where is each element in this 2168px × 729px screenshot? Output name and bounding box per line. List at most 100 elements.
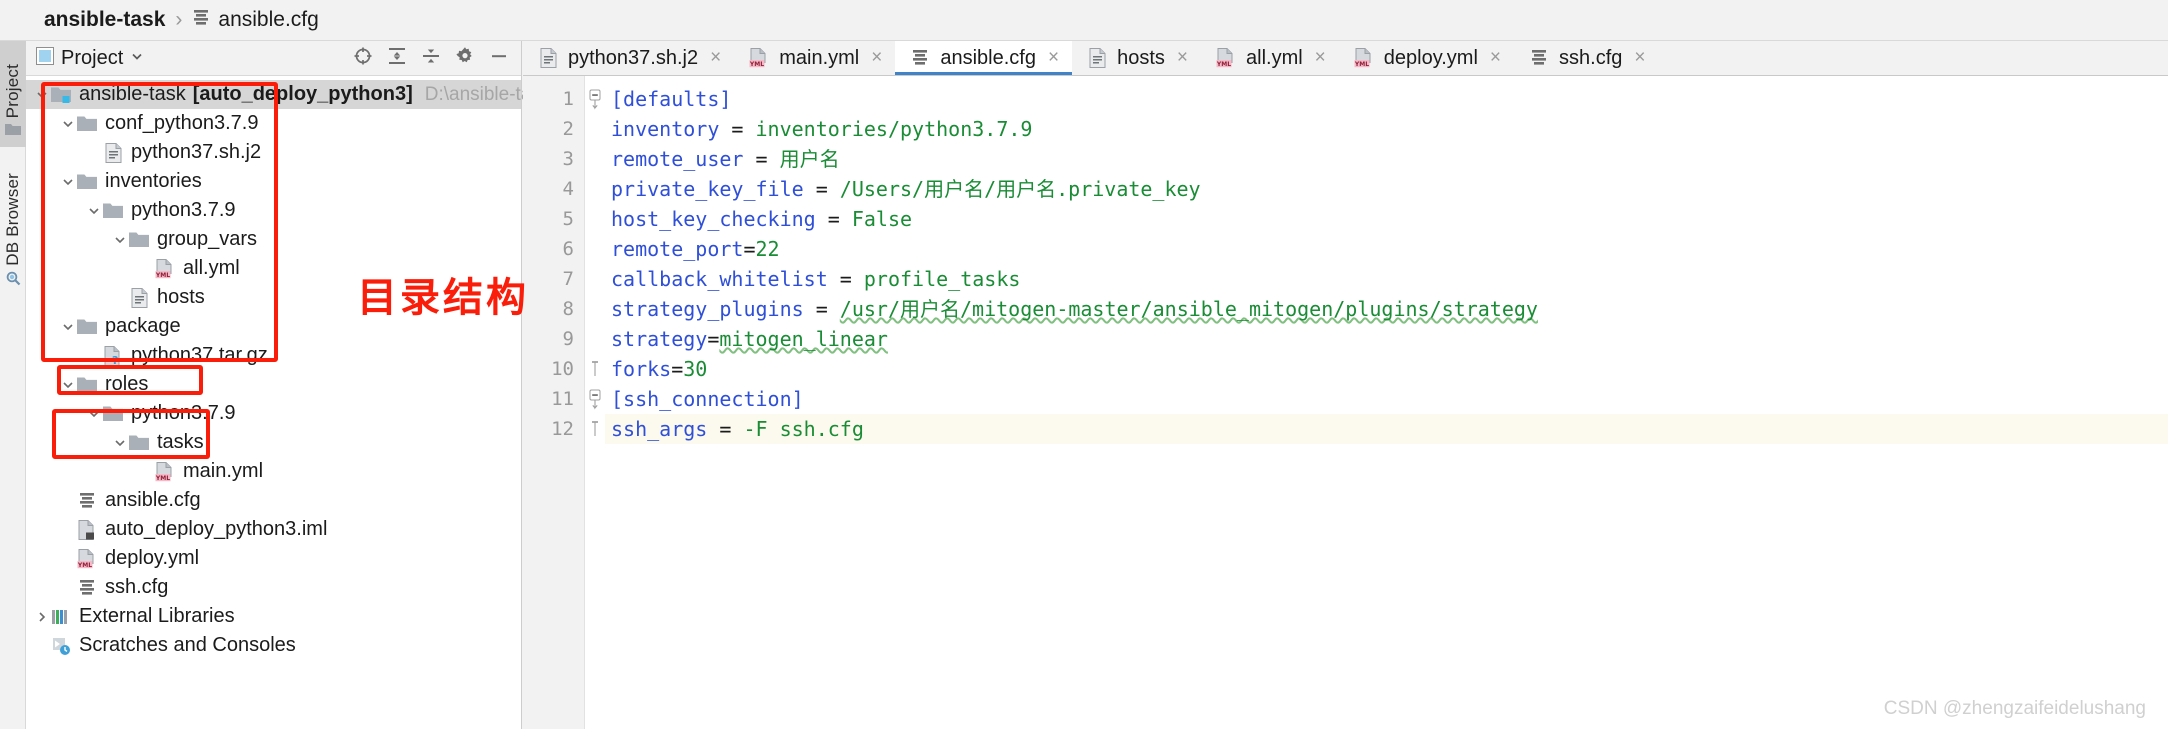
- code-content[interactable]: [defaults] inventory = inventories/python…: [605, 76, 2168, 729]
- tree-row[interactable]: External Libraries: [26, 602, 521, 631]
- fold-gutter-spacer: [585, 234, 605, 264]
- fold-marker-open-icon[interactable]: [585, 84, 605, 114]
- tree-row[interactable]: ssh.cfg: [26, 573, 521, 602]
- code-token: =: [803, 297, 840, 321]
- tree-row[interactable]: python3.7.9: [26, 196, 521, 225]
- code-line[interactable]: strategy=mitogen_linear: [605, 324, 2168, 354]
- close-icon[interactable]: ×: [710, 47, 721, 69]
- code-editor[interactable]: 1 2 3 4 5 6 7 8 9 10 11 12 [defaults] inventory = in…: [523, 76, 2168, 729]
- breadcrumb-project[interactable]: ansible-task: [44, 8, 165, 32]
- code-line[interactable]: remote_port=22: [605, 234, 2168, 264]
- tree-row-label: python37.sh.j2: [131, 141, 262, 163]
- tool-tab-db-browser[interactable]: DB Browser: [0, 157, 26, 297]
- code-token: forks: [611, 357, 672, 381]
- chevron-down-icon[interactable]: [86, 203, 102, 219]
- breadcrumb-file[interactable]: ansible.cfg: [192, 8, 319, 33]
- tree-row[interactable]: Scratches and Consoles: [26, 631, 521, 660]
- tree-row-label: ansible.cfg: [105, 489, 201, 511]
- code-line[interactable]: forks=30: [605, 354, 2168, 384]
- tree-row-label: auto_deploy_python3.iml: [105, 518, 328, 540]
- tree-row[interactable]: ansible.cfg: [26, 486, 521, 515]
- project-tree[interactable]: ansible-task [auto_deploy_python3] D:\ansi…: [26, 76, 550, 660]
- code-line[interactable]: remote_user = 用户名: [605, 144, 2168, 174]
- editor-tab-bar[interactable]: python37.sh.j2 × YML main.yml × ansible.cfg × h…: [523, 41, 2168, 76]
- code-token: False: [851, 207, 913, 231]
- code-line[interactable]: strategy_plugins = /usr/用户名/mitogen-mast…: [605, 294, 2168, 324]
- project-tool-window: Project ansible-task [auto_deploy_python…: [26, 41, 550, 729]
- tree-row[interactable]: python3.7.9: [26, 399, 521, 428]
- chevron-down-icon[interactable]: [130, 49, 144, 68]
- chevron-right-icon[interactable]: [34, 609, 50, 625]
- code-token: profile_tasks: [863, 267, 1021, 291]
- tree-row[interactable]: roles: [26, 370, 521, 399]
- code-line[interactable]: [defaults]: [605, 84, 2168, 114]
- chevron-down-icon[interactable]: [86, 406, 102, 422]
- code-folding-gutter[interactable]: [585, 76, 605, 729]
- editor-tab[interactable]: YML main.yml ×: [734, 41, 895, 75]
- editor-tab[interactable]: hosts ×: [1072, 41, 1201, 75]
- ide-window: ansible-task › ansible.cfg Project DB Br…: [0, 0, 2168, 729]
- fold-marker-end-icon[interactable]: [585, 354, 605, 384]
- editor-tab-label: main.yml: [779, 46, 860, 69]
- fold-marker-open-icon[interactable]: [585, 384, 605, 414]
- chevron-down-icon[interactable]: [112, 435, 128, 451]
- tree-row[interactable]: YML deploy.yml: [26, 544, 521, 573]
- cfg-file-icon: [76, 578, 98, 598]
- code-token: mitogen_linear: [719, 327, 888, 351]
- yml-file-icon: YML: [154, 258, 176, 279]
- tree-row-label: hosts: [157, 286, 205, 308]
- fold-gutter-spacer: [585, 324, 605, 354]
- code-token: remote_port: [611, 237, 744, 261]
- chevron-down-icon[interactable]: [60, 377, 76, 393]
- code-line[interactable]: [ssh_connection]: [605, 384, 2168, 414]
- chevron-down-icon[interactable]: [34, 87, 50, 103]
- close-icon[interactable]: ×: [1177, 47, 1188, 69]
- editor-tab[interactable]: ansible.cfg ×: [895, 41, 1073, 75]
- code-line[interactable]: host_key_checking = False: [605, 204, 2168, 234]
- editor-tab[interactable]: python37.sh.j2 ×: [523, 41, 734, 75]
- close-icon[interactable]: ×: [1490, 47, 1501, 69]
- expand-all-icon[interactable]: [387, 46, 407, 71]
- tree-row[interactable]: python37.sh.j2: [26, 138, 521, 167]
- close-icon[interactable]: ×: [1048, 47, 1059, 69]
- code-line[interactable]: inventory = inventories/python3.7.9: [605, 114, 2168, 144]
- hide-panel-icon[interactable]: [489, 46, 509, 71]
- code-line[interactable]: callback_whitelist = profile_tasks: [605, 264, 2168, 294]
- tool-window-strip: Project DB Browser: [0, 41, 26, 729]
- tree-row[interactable]: group_vars: [26, 225, 521, 254]
- tree-row[interactable]: tasks: [26, 428, 521, 457]
- code-token: /usr/用户名/mitogen-master/ansible_mitogen/…: [839, 297, 1538, 321]
- folder-icon: [76, 114, 98, 134]
- chevron-down-icon[interactable]: [60, 116, 76, 132]
- tree-row-label: deploy.yml: [105, 547, 200, 569]
- fold-gutter-spacer: [585, 204, 605, 234]
- tree-row[interactable]: inventories: [26, 167, 521, 196]
- locate-target-icon[interactable]: [353, 46, 373, 71]
- tree-row[interactable]: ? python37.tar.gz: [26, 341, 521, 370]
- tree-row[interactable]: auto_deploy_python3.iml: [26, 515, 521, 544]
- tree-row[interactable]: conf_python3.7.9: [26, 109, 521, 138]
- close-icon[interactable]: ×: [1315, 47, 1326, 69]
- tree-row[interactable]: ansible-task [auto_deploy_python3] D:\ansi…: [26, 80, 550, 109]
- fold-marker-end-icon[interactable]: [585, 414, 605, 444]
- tree-row-label: all.yml: [183, 257, 240, 279]
- editor-tab[interactable]: YML deploy.yml ×: [1339, 41, 1514, 75]
- project-panel-title-group[interactable]: Project: [36, 46, 353, 70]
- code-line[interactable]: ssh_args = -F ssh.cfg: [605, 414, 2168, 444]
- code-line[interactable]: private_key_file = /Users/用户名/用户名.privat…: [605, 174, 2168, 204]
- chevron-down-icon[interactable]: [60, 319, 76, 335]
- editor-tab[interactable]: YML all.yml ×: [1201, 41, 1339, 75]
- chevron-down-icon[interactable]: [60, 174, 76, 190]
- tool-tab-project[interactable]: Project: [0, 41, 26, 147]
- code-token: private_key_file: [611, 177, 804, 201]
- collapse-all-icon[interactable]: [421, 46, 441, 71]
- code-token: 30: [683, 357, 708, 381]
- tree-row[interactable]: YML main.yml: [26, 457, 521, 486]
- chevron-down-icon[interactable]: [112, 232, 128, 248]
- close-icon[interactable]: ×: [1634, 47, 1645, 69]
- project-panel-title: Project: [61, 46, 124, 69]
- settings-gear-icon[interactable]: [455, 46, 475, 71]
- editor-tab[interactable]: ssh.cfg ×: [1514, 41, 1658, 75]
- close-icon[interactable]: ×: [871, 47, 882, 69]
